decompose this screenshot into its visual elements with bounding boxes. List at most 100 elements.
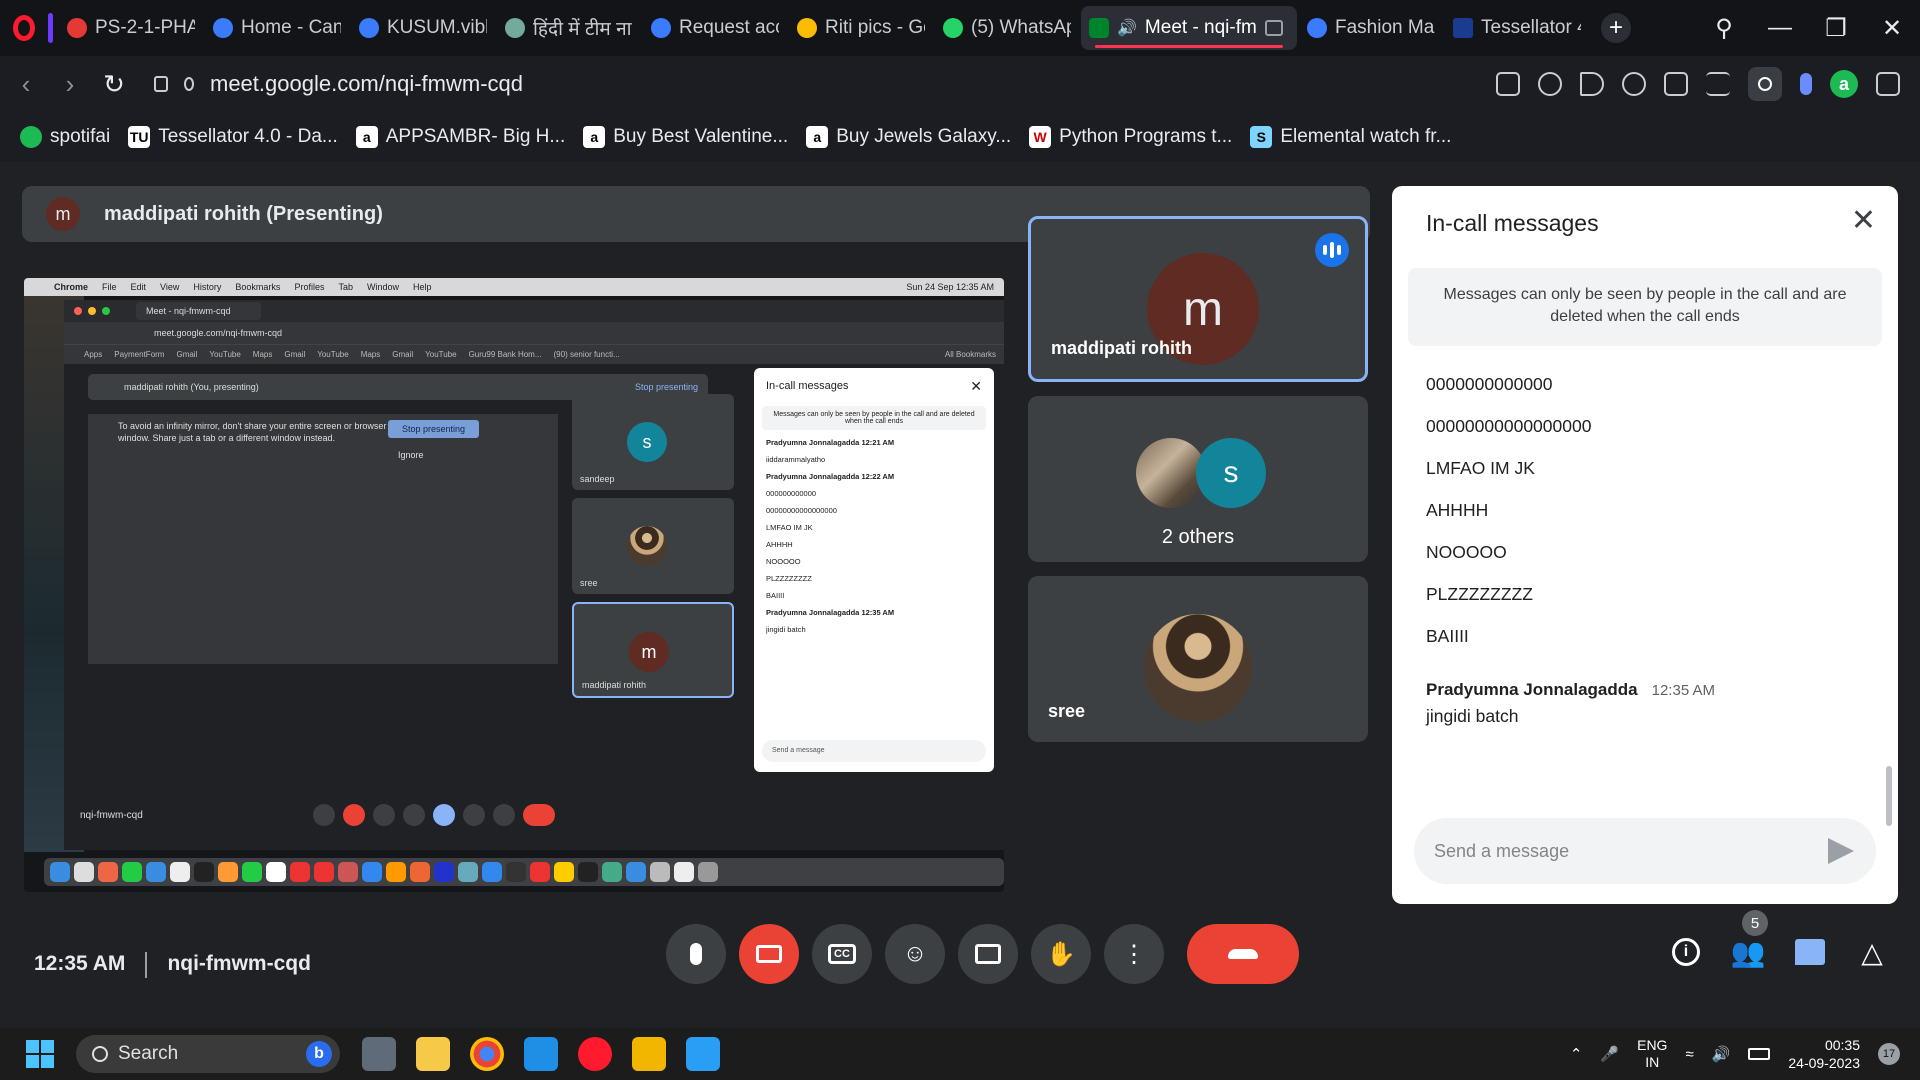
battery-icon[interactable] <box>1748 1048 1771 1060</box>
inner-url-text: meet.google.com/nqi-fmwm-cqd <box>154 328 283 338</box>
bookmark-item[interactable]: W Python Programs t... <box>1029 126 1232 148</box>
camera-off-button[interactable] <box>739 924 799 984</box>
file-explorer-icon[interactable] <box>416 1037 450 1071</box>
extensions-icon[interactable] <box>1876 72 1900 96</box>
bookmark-item[interactable]: TU Tessellator 4.0 - Da... <box>128 126 338 148</box>
inner-chat-line: 000000000000 <box>766 489 817 498</box>
captions-button[interactable]: CC <box>812 924 872 984</box>
forward-button[interactable]: › <box>48 69 92 100</box>
back-button[interactable]: ‹ <box>4 69 48 100</box>
minimize-button[interactable]: — <box>1752 14 1808 42</box>
security-shield-icon[interactable] <box>632 1037 666 1071</box>
browser-tab[interactable]: PS-2-1-PHAS <box>59 6 203 50</box>
bing-icon[interactable]: b <box>306 1041 332 1067</box>
opera-logo-icon[interactable] <box>0 0 48 56</box>
reload-button[interactable]: ↻ <box>92 69 136 100</box>
opera-icon[interactable] <box>578 1037 612 1071</box>
inner-chat-line: LMFAO IM JK <box>766 523 813 532</box>
taskbar-clock[interactable]: 00:35 24-09-2023 <box>1788 1036 1860 1072</box>
close-icon[interactable]: ✕ <box>1851 206 1876 236</box>
chevron-up-icon[interactable]: ⌃ <box>1570 1045 1583 1063</box>
notification-badge[interactable]: 17 <box>1878 1043 1900 1065</box>
address-bar: ‹ › ↻ meet.google.com/nqi-fmwm-cqd a <box>0 56 1920 112</box>
url-text[interactable]: meet.google.com/nqi-fmwm-cqd <box>210 71 523 97</box>
inner-tile: m maddipati rohith <box>572 602 734 698</box>
heart-icon[interactable] <box>1622 72 1646 96</box>
chat-scrollbar[interactable] <box>1886 766 1892 826</box>
browser-tab[interactable]: KUSUM.vibh <box>351 6 495 50</box>
aria-icon[interactable]: a <box>1830 70 1858 98</box>
easy-setup-icon[interactable] <box>1706 72 1730 96</box>
vscode-icon[interactable] <box>524 1037 558 1071</box>
present-button[interactable] <box>958 924 1018 984</box>
bookmark-item[interactable]: spotifai <box>20 126 110 148</box>
raise-hand-button[interactable]: ✋ <box>1031 924 1091 984</box>
microphone-button[interactable] <box>666 924 726 984</box>
lock-icon[interactable] <box>184 77 194 91</box>
inner-bookmark: Guru99 Bank Hom... <box>468 350 542 359</box>
browser-tab[interactable]: Home - Can <box>205 6 349 50</box>
taskbar-search[interactable]: Search b <box>76 1035 340 1073</box>
meeting-details-button[interactable]: i <box>1670 936 1702 968</box>
language-indicator[interactable]: ENG IN <box>1637 1037 1667 1071</box>
profile-icon[interactable] <box>1748 67 1782 101</box>
chat-timestamp: 12:35 AM <box>1651 682 1716 699</box>
presenter-label: maddipati rohith (Presenting) <box>104 202 383 225</box>
activities-button[interactable]: △ <box>1856 936 1888 968</box>
browser-tab[interactable]: Request acce <box>643 6 787 50</box>
inner-all-bookmarks: All Bookmarks <box>944 350 996 359</box>
url-field[interactable]: meet.google.com/nqi-fmwm-cqd <box>154 71 523 97</box>
calculator-icon[interactable] <box>362 1037 396 1071</box>
camera-permission-icon[interactable] <box>154 76 168 92</box>
bookmark-item[interactable]: a Buy Jewels Galaxy... <box>806 126 1011 148</box>
camera-icon[interactable] <box>1538 72 1562 96</box>
leave-call-button[interactable] <box>1187 924 1299 984</box>
bookmark-item[interactable]: a APPSAMBR- Big H... <box>355 126 565 148</box>
restore-button[interactable]: ❐ <box>1808 14 1864 43</box>
inner-chat-line: iiddarammalyatho <box>766 455 826 464</box>
photos-icon[interactable] <box>686 1037 720 1071</box>
reactions-button[interactable]: ☺ <box>885 924 945 984</box>
speaker-icon[interactable]: 🔊 <box>1117 18 1137 38</box>
region-code: IN <box>1645 1054 1660 1070</box>
browser-tab[interactable]: (5) WhatsAp <box>935 6 1079 50</box>
close-window-button[interactable]: ✕ <box>1864 14 1920 43</box>
picture-in-picture-icon[interactable] <box>1264 20 1283 36</box>
participant-tile-others[interactable]: s 2 others <box>1028 396 1368 562</box>
clock-time: 00:35 <box>1824 1037 1860 1053</box>
browser-tab[interactable]: Fashion Mag <box>1299 6 1443 50</box>
taskbar-apps <box>362 1037 720 1071</box>
play-icon[interactable] <box>1580 72 1604 96</box>
browser-tab-active[interactable]: 🔊 Meet - nqi-fm <box>1081 6 1297 50</box>
search-tabs-icon[interactable]: ⚲ <box>1696 14 1752 43</box>
edit-icon[interactable] <box>1496 72 1520 96</box>
bookmark-item[interactable]: a Buy Best Valentine... <box>583 126 788 148</box>
bookmark-item[interactable]: S Elemental watch fr... <box>1250 126 1451 148</box>
wifi-icon[interactable]: ≈ <box>1685 1046 1693 1063</box>
send-message-input[interactable] <box>1434 818 1814 884</box>
menu-item: File <box>102 282 117 292</box>
tab-label: Home - Can <box>241 17 341 38</box>
side-controls: i 👥 5 △ <box>1670 910 1888 968</box>
more-options-button[interactable]: ⋮ <box>1104 924 1164 984</box>
inner-chat-messages: Pradyumna Jonnalagadda 12:21 AM iiddaram… <box>754 430 994 642</box>
voice-input-icon[interactable] <box>1800 73 1812 95</box>
new-tab-button[interactable]: + <box>1601 13 1631 43</box>
browser-tab[interactable]: Tessellator 4 <box>1445 6 1589 50</box>
people-button[interactable]: 👥 5 <box>1731 910 1768 968</box>
microphone-icon <box>690 943 702 965</box>
participant-tile-speaker[interactable]: m maddipati rohith <box>1028 216 1368 382</box>
browser-tab[interactable]: हिंदी में टीम ना <box>497 6 641 50</box>
chat-message: LMFAO IM JK <box>1426 458 1535 478</box>
participant-name: maddipati rohith <box>1051 338 1192 358</box>
download-icon[interactable] <box>1664 72 1688 96</box>
participant-tile-sree[interactable]: sree <box>1028 576 1368 742</box>
chat-button[interactable] <box>1794 936 1826 968</box>
chrome-icon[interactable] <box>470 1037 504 1071</box>
microphone-icon[interactable]: 🎤 <box>1600 1045 1619 1063</box>
windows-start-icon[interactable] <box>26 1040 54 1068</box>
inner-bookmark: (90) senior functi... <box>553 350 620 359</box>
browser-tab[interactable]: Riti pics - Go <box>789 6 933 50</box>
send-icon[interactable] <box>1828 838 1854 864</box>
volume-icon[interactable]: 🔊 <box>1712 1045 1731 1063</box>
